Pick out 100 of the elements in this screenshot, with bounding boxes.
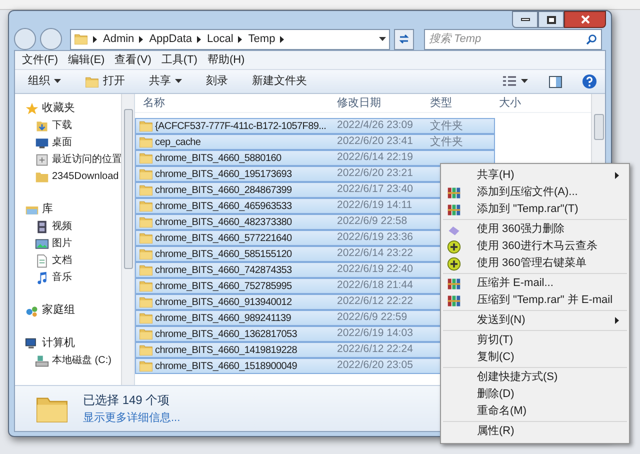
address-bar[interactable]: Admin AppData Local Temp xyxy=(70,28,390,50)
folder-icon xyxy=(139,151,153,165)
modified-date: 2022/6/14 22:19 xyxy=(336,150,414,166)
sidebar-item[interactable]: 本地磁盘 (C:) xyxy=(15,352,121,369)
picture-icon xyxy=(35,236,49,250)
refresh-button[interactable] xyxy=(394,28,414,50)
column-header[interactable]: 类型 xyxy=(426,94,495,112)
sidebar-item[interactable]: 库 xyxy=(15,201,121,218)
sidebar-item[interactable]: 音乐 xyxy=(15,269,121,286)
download-folder-icon xyxy=(35,118,49,132)
breadcrumb[interactable]: Temp xyxy=(248,30,276,48)
breadcrumb[interactable]: Admin xyxy=(103,30,134,48)
file-name: chrome_BITS_4660_482373380 xyxy=(155,216,292,230)
toolbar-button[interactable]: 打开 xyxy=(78,72,132,92)
modified-date: 2022/6/20 23:21 xyxy=(336,166,414,182)
more-details-link[interactable]: 显示更多详细信息... xyxy=(83,410,180,426)
star-icon xyxy=(25,102,39,116)
folder-icon xyxy=(139,343,153,357)
folder-icon xyxy=(139,359,153,373)
breadcrumb[interactable]: Local xyxy=(207,30,234,48)
folder-icon xyxy=(139,263,153,277)
context-menu-item[interactable]: 发送到(N) xyxy=(443,312,627,329)
modified-date: 2022/4/26 23:09 xyxy=(336,118,414,134)
toolbar-button[interactable]: 新建文件夹 xyxy=(245,72,314,92)
file-row[interactable]: chrome_BITS_4660_5880160 2022/6/14 22:19 xyxy=(135,150,495,166)
sidebar-item[interactable]: 图片 xyxy=(15,235,121,252)
file-name: chrome_BITS_4660_5880160 xyxy=(155,152,282,166)
menu-bar-item[interactable]: 工具(T) xyxy=(161,52,198,68)
recent-places-icon xyxy=(35,152,49,166)
modified-date: 2022/6/19 22:40 xyxy=(336,262,414,278)
modified-date: 2022/6/9 22:59 xyxy=(336,310,408,326)
modified-date: 2022/6/9 22:58 xyxy=(336,214,408,230)
folder-icon xyxy=(139,231,153,245)
context-menu-item[interactable]: 属性(R) xyxy=(443,423,627,440)
homegroup-icon xyxy=(25,304,39,318)
sidebar-item[interactable]: 文档 xyxy=(15,252,121,269)
column-header[interactable]: 修改日期 xyxy=(333,94,426,112)
open-folder-icon xyxy=(85,74,99,88)
toolbar-button[interactable]: 组织 xyxy=(21,72,68,92)
file-name: chrome_BITS_4660_284867399 xyxy=(155,184,292,198)
file-type: 文件夹 xyxy=(429,134,464,150)
menu-bar-item[interactable]: 文件(F) xyxy=(22,52,58,68)
plus-circle-icon xyxy=(447,256,461,270)
sidebar-item[interactable]: 视频 xyxy=(15,218,121,235)
context-menu-item[interactable]: 重命名(M) xyxy=(443,403,627,420)
file-name: chrome_BITS_4660_1419819228 xyxy=(155,344,298,358)
sidebar-item[interactable]: 计算机 xyxy=(15,335,121,352)
search-field[interactable]: 搜索 Temp xyxy=(424,28,602,50)
minimize-button[interactable] xyxy=(512,11,538,28)
refresh-arrows-icon xyxy=(398,33,410,45)
modified-date: 2022/6/20 23:05 xyxy=(336,358,414,374)
file-row[interactable]: cep_cache 2022/6/20 23:41 文件夹 xyxy=(135,134,495,150)
folder-icon xyxy=(139,327,153,341)
close-icon xyxy=(580,15,590,24)
sidebar-item[interactable]: 家庭组 xyxy=(15,302,121,319)
sidebar-item[interactable]: 2345Download xyxy=(15,168,121,185)
column-header[interactable]: 名称 xyxy=(135,94,333,112)
chevron-right-icon xyxy=(280,36,286,42)
file-name: chrome_BITS_4660_1362817053 xyxy=(155,328,298,342)
menu-bar-item[interactable]: 编辑(E) xyxy=(68,52,105,68)
folder-icon xyxy=(139,311,153,325)
breadcrumb[interactable]: AppData xyxy=(149,30,192,48)
toolbar-button[interactable]: 共享 xyxy=(142,72,189,92)
column-header[interactable]: 大小 xyxy=(495,94,555,112)
computer-icon xyxy=(25,336,39,350)
submenu-arrow-icon xyxy=(615,172,619,179)
sidebar-item[interactable]: 下载 xyxy=(15,117,121,134)
folder-icon xyxy=(139,183,153,197)
file-name: chrome_BITS_4660_752785995 xyxy=(155,280,292,294)
context-menu-item[interactable]: 删除(D) xyxy=(443,386,627,403)
help-icon xyxy=(582,74,596,89)
modified-date: 2022/6/14 23:22 xyxy=(336,246,414,262)
file-row[interactable]: {ACFCF537-777F-411c-B172-1057F89... 2022/4/26 23:09 文件夹 xyxy=(135,118,495,134)
scrollbar[interactable] xyxy=(121,94,134,385)
folder-icon xyxy=(139,199,153,213)
file-name: chrome_BITS_4660_913940012 xyxy=(155,296,292,310)
file-name: chrome_BITS_4660_742874353 xyxy=(155,264,292,278)
folder-icon xyxy=(74,32,88,46)
chevron-right-icon xyxy=(197,36,202,42)
caret-icon xyxy=(379,36,386,42)
chevron-right-icon xyxy=(93,36,98,42)
menu-bar-item[interactable]: 帮助(H) xyxy=(207,52,245,68)
file-name: chrome_BITS_4660_585155120 xyxy=(155,248,292,262)
caret-icon xyxy=(54,79,61,84)
preview-pane-icon xyxy=(548,76,562,88)
music-note-icon xyxy=(35,270,49,284)
close-button[interactable] xyxy=(564,11,606,28)
caret-icon xyxy=(521,79,528,84)
sidebar-item[interactable]: 桌面 xyxy=(15,134,121,151)
modified-date: 2022/6/12 22:24 xyxy=(336,342,414,358)
folder-icon xyxy=(139,247,153,261)
search-input[interactable]: 搜索 Temp xyxy=(429,30,586,48)
maximize-button[interactable] xyxy=(538,11,564,28)
selection-summary: 已选择 149 个项 xyxy=(83,392,171,409)
menu-bar-item[interactable]: 查看(V) xyxy=(114,52,152,68)
maximize-icon xyxy=(546,16,556,24)
sidebar-item[interactable]: 收藏夹 xyxy=(15,100,121,117)
plus-circle-icon xyxy=(447,240,461,254)
toolbar-button[interactable]: 刻录 xyxy=(199,72,235,92)
minimize-icon xyxy=(520,18,530,21)
